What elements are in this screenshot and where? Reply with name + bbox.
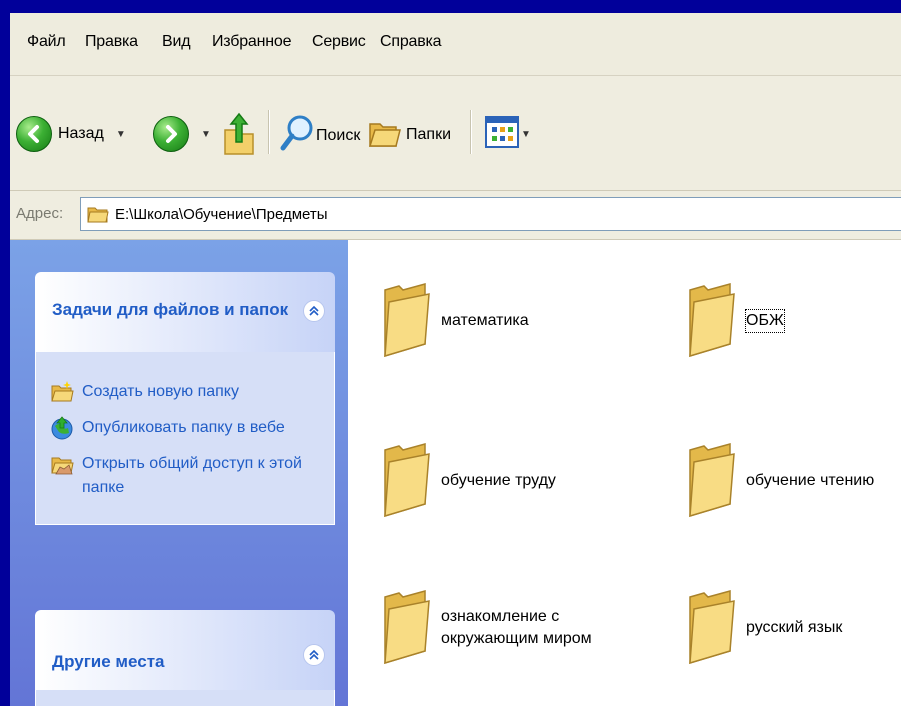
task-share-folder[interactable]: Открыть общий доступ к этой папке: [36, 446, 334, 506]
back-arrow-icon: [16, 116, 52, 152]
other-places-header[interactable]: Другие места: [35, 610, 335, 690]
views-button[interactable]: ▼: [485, 116, 531, 153]
collapse-chevron-icon[interactable]: [303, 300, 325, 322]
explorer-window: Файл Правка Вид Избранное Сервис Справка…: [10, 13, 901, 706]
back-button[interactable]: Назад ▼: [16, 116, 126, 152]
task-label: Опубликовать папку в вебе: [82, 419, 285, 436]
address-label: Адрес:: [16, 205, 64, 222]
folder-item[interactable]: математика: [381, 278, 529, 363]
forward-arrow-icon: [153, 116, 189, 152]
task-label: Создать новую папку: [82, 383, 239, 400]
menu-bar: Файл Правка Вид Избранное Сервис Справка: [10, 13, 901, 76]
forward-button[interactable]: ▼: [153, 116, 211, 152]
address-path: E:\Школа\Обучение\Предметы: [115, 205, 328, 223]
folder-name: ознакомление с окружающим миром: [441, 607, 592, 647]
address-bar: Адрес: E:\Школа\Обучение\Предметы: [10, 191, 901, 240]
folder-icon: [381, 278, 431, 363]
task-pane: Задачи для файлов и папок Создать новую …: [10, 240, 348, 706]
folder-item[interactable]: ОБЖ: [686, 278, 785, 363]
menu-edit[interactable]: Правка: [85, 33, 138, 51]
folders-icon: [368, 114, 402, 155]
views-icon: [485, 116, 519, 153]
folder-icon: [686, 585, 736, 670]
folders-button[interactable]: Папки: [368, 114, 451, 155]
content-area: Задачи для файлов и папок Создать новую …: [10, 240, 901, 706]
folder-name: ОБЖ: [745, 308, 785, 333]
menu-file[interactable]: Файл: [27, 33, 66, 51]
menu-tools[interactable]: Сервис: [312, 33, 366, 51]
folder-icon: [686, 278, 736, 363]
folder-icon: [87, 204, 109, 224]
folder-item[interactable]: обучение труду: [381, 438, 556, 523]
views-dropdown-icon[interactable]: ▼: [521, 129, 531, 140]
folder-name: обучение чтению: [746, 471, 875, 489]
back-dropdown-icon[interactable]: ▼: [116, 129, 126, 140]
other-places-body: [35, 690, 335, 706]
back-label: Назад: [58, 125, 104, 142]
panel-title: Задачи для файлов и папок: [52, 300, 289, 319]
search-button[interactable]: Поиск: [280, 114, 360, 157]
folder-icon: [381, 585, 431, 670]
share-folder-icon: [50, 452, 74, 476]
file-folder-tasks-body: Создать новую папку Опубликовать папку в…: [35, 352, 335, 525]
folder-name: русский язык: [746, 618, 843, 636]
menu-view[interactable]: Вид: [162, 33, 191, 51]
folder-item[interactable]: русский язык: [686, 585, 842, 670]
task-create-folder[interactable]: Создать новую папку: [36, 374, 334, 410]
folder-name: математика: [441, 311, 529, 329]
file-folder-tasks-panel: Задачи для файлов и папок Создать новую …: [35, 272, 335, 525]
publish-web-icon: [50, 416, 74, 440]
up-folder-button[interactable]: [222, 112, 256, 161]
folder-item[interactable]: ознакомление с окружающим миром: [381, 585, 661, 670]
folder-name: обучение труду: [441, 471, 556, 489]
toolbar-separator: [470, 110, 472, 154]
toolbar: Назад ▼ ▼ Поиск Папки ▼: [10, 76, 901, 191]
file-folder-tasks-header[interactable]: Задачи для файлов и папок: [35, 272, 335, 352]
menu-help[interactable]: Справка: [380, 33, 442, 51]
task-label: Открыть общий доступ к этой папке: [82, 455, 302, 496]
folder-item[interactable]: обучение чтению: [686, 438, 874, 523]
file-list: математика ОБЖ обучение труду обучение ч…: [348, 240, 901, 706]
other-places-panel: Другие места: [35, 610, 335, 706]
toolbar-separator: [268, 110, 270, 154]
panel-title: Другие места: [52, 652, 165, 671]
menu-favorites[interactable]: Избранное: [212, 33, 291, 51]
forward-dropdown-icon[interactable]: ▼: [201, 129, 211, 140]
new-folder-icon: [50, 380, 74, 404]
up-folder-icon: [222, 112, 256, 161]
search-icon: [280, 114, 314, 157]
folder-icon: [381, 438, 431, 523]
search-label: Поиск: [316, 126, 361, 144]
folders-label: Папки: [406, 125, 451, 143]
collapse-chevron-icon[interactable]: [303, 644, 325, 666]
folder-icon: [686, 438, 736, 523]
task-publish-web[interactable]: Опубликовать папку в вебе: [36, 410, 334, 446]
address-input[interactable]: E:\Школа\Обучение\Предметы: [80, 197, 901, 231]
